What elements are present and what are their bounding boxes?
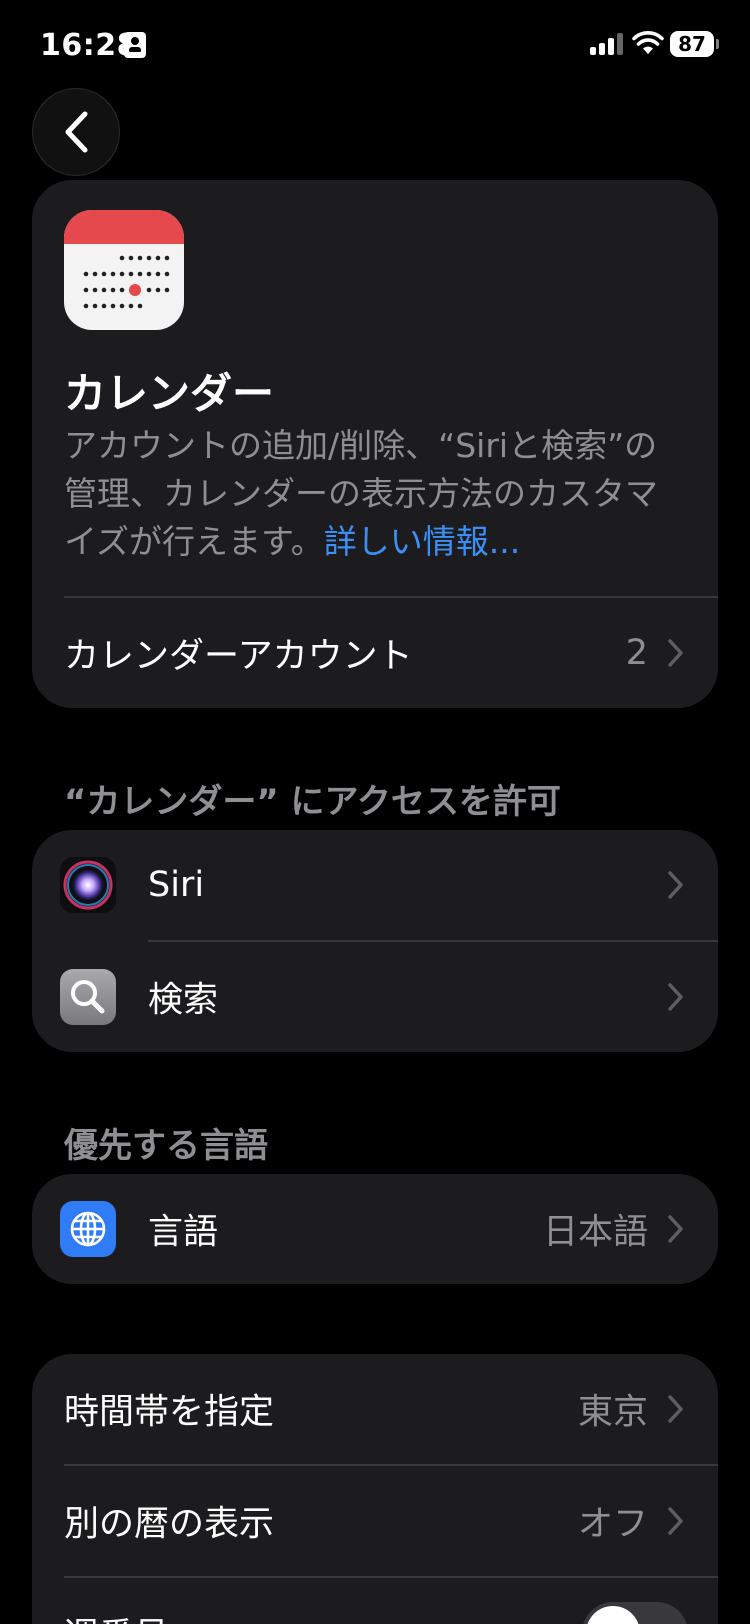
learn-more-link[interactable]: 詳しい情報... bbox=[324, 522, 520, 561]
battery-tip bbox=[716, 39, 719, 49]
settings-card: 時間帯を指定 東京 別の暦の表示 オフ 週番号 bbox=[32, 1354, 718, 1624]
chevron-right-icon bbox=[668, 1507, 683, 1535]
chevron-right-icon bbox=[668, 983, 683, 1011]
language-card: 言語 日本語 bbox=[32, 1174, 718, 1284]
calendar-accounts-row[interactable]: カレンダーアカウント 2 bbox=[32, 598, 718, 708]
globe-icon bbox=[70, 1211, 106, 1247]
language-value: 日本語 bbox=[542, 1212, 648, 1253]
contact-card-icon bbox=[124, 32, 146, 58]
chevron-right-icon bbox=[668, 871, 683, 899]
access-section-header: “カレンダー” にアクセスを許可 bbox=[64, 782, 561, 822]
timezone-row[interactable]: 時間帯を指定 東京 bbox=[32, 1354, 718, 1464]
wifi-icon bbox=[632, 31, 664, 54]
siri-icon bbox=[60, 857, 116, 913]
status-bar: 16:28 87 bbox=[0, 0, 750, 92]
chevron-right-icon bbox=[668, 1215, 683, 1243]
search-label: 検索 bbox=[148, 980, 219, 1021]
timezone-label: 時間帯を指定 bbox=[64, 1392, 275, 1433]
timezone-value: 東京 bbox=[577, 1392, 648, 1433]
search-row[interactable]: 検索 bbox=[32, 942, 718, 1052]
alt-calendar-value: オフ bbox=[577, 1504, 648, 1545]
alt-calendar-label: 別の暦の表示 bbox=[64, 1504, 275, 1545]
week-numbers-row: 週番号 bbox=[32, 1578, 718, 1624]
app-info-card: カレンダー アカウントの追加/削除、“Siriと検索”の管理、カレンダーの表示方… bbox=[32, 180, 718, 708]
back-button[interactable] bbox=[32, 88, 120, 176]
language-section-header: 優先する言語 bbox=[64, 1126, 268, 1166]
week-numbers-label: 週番号 bbox=[64, 1608, 169, 1624]
app-title: カレンダー bbox=[64, 369, 275, 418]
language-label: 言語 bbox=[148, 1212, 219, 1253]
chevron-left-icon bbox=[65, 111, 88, 153]
calendar-accounts-label: カレンダーアカウント bbox=[64, 636, 413, 677]
cellular-signal-icon bbox=[590, 33, 624, 55]
siri-row[interactable]: Siri bbox=[32, 830, 718, 940]
language-row[interactable]: 言語 日本語 bbox=[32, 1174, 718, 1284]
siri-label: Siri bbox=[148, 865, 205, 905]
chevron-right-icon bbox=[668, 639, 683, 667]
week-numbers-toggle[interactable] bbox=[582, 1602, 688, 1624]
chevron-right-icon bbox=[668, 1395, 683, 1423]
search-app-icon bbox=[60, 969, 116, 1025]
access-card: Siri 検索 bbox=[32, 830, 718, 1052]
calendar-app-icon bbox=[64, 210, 184, 330]
alt-calendar-row[interactable]: 別の暦の表示 オフ bbox=[32, 1466, 718, 1576]
toggle-knob bbox=[586, 1606, 640, 1624]
battery-level: 87 bbox=[670, 31, 714, 57]
app-description: アカウントの追加/削除、“Siriと検索”の管理、カレンダーの表示方法のカスタマ… bbox=[64, 422, 684, 566]
search-icon bbox=[71, 980, 105, 1014]
calendar-accounts-count: 2 bbox=[625, 633, 648, 673]
language-app-icon bbox=[60, 1201, 116, 1257]
